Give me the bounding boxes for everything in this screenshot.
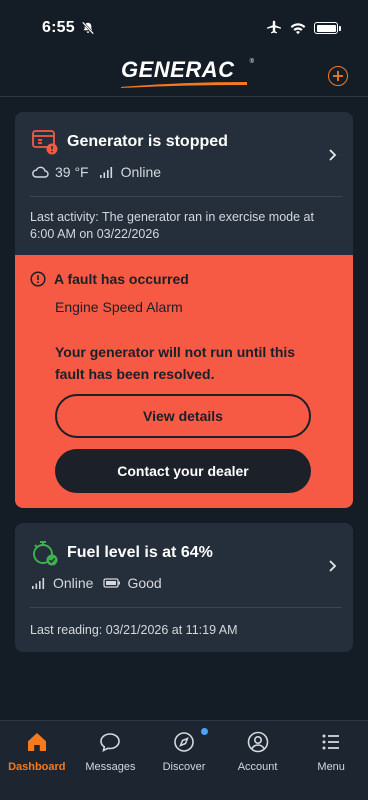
connection-status: Online xyxy=(120,164,162,180)
fuel-meta-row: Online Good xyxy=(31,575,162,591)
chat-bubble-icon xyxy=(100,733,121,753)
fuel-title-row: Fuel level is at 64% xyxy=(31,539,213,567)
generac-logo: GENERAC ® xyxy=(121,56,254,88)
fault-name: Engine Speed Alarm xyxy=(55,299,183,315)
temperature-value: 39 °F xyxy=(55,164,89,180)
fault-panel: A fault has occurred Engine Speed Alarm … xyxy=(15,255,353,508)
fuel-connection-status: Online xyxy=(53,575,94,591)
home-icon xyxy=(27,733,46,751)
nav-label: Menu xyxy=(317,761,345,773)
menu-list-icon xyxy=(322,734,340,750)
fault-title: A fault has occurred xyxy=(54,271,189,287)
view-details-button[interactable]: View details xyxy=(55,394,311,438)
battery-status: Good xyxy=(127,575,162,591)
add-device-button[interactable] xyxy=(328,66,348,86)
plus-icon xyxy=(333,71,343,81)
nav-label: Messages xyxy=(85,761,136,773)
fault-warning: Your generator will not run until this f… xyxy=(55,344,296,382)
battery-status-icon xyxy=(103,578,121,588)
app-header: GENERAC ® xyxy=(0,56,368,97)
account-icon xyxy=(247,731,268,753)
compass-icon xyxy=(174,732,194,752)
battery-icon xyxy=(314,22,341,34)
signal-bars-icon xyxy=(32,578,45,589)
alert-circle-icon xyxy=(30,271,46,287)
signal-bars-icon xyxy=(99,167,112,178)
last-activity-text: Last activity: The generator ran in exer… xyxy=(30,210,314,241)
wifi-icon xyxy=(290,22,306,34)
nav-dashboard[interactable]: Dashboard xyxy=(0,721,74,800)
nav-account[interactable]: Account xyxy=(221,721,295,800)
nav-menu[interactable]: Menu xyxy=(294,721,368,800)
logo-registered-mark: ® xyxy=(249,58,254,65)
notification-dot xyxy=(201,728,209,735)
chevron-right-icon[interactable] xyxy=(328,559,337,573)
generator-fault-icon xyxy=(32,130,58,155)
nav-label: Discover xyxy=(162,761,206,773)
nav-label: Dashboard xyxy=(8,761,66,773)
last-reading-text: Last reading: 03/21/2026 at 11:19 AM xyxy=(30,623,238,637)
chevron-right-icon[interactable] xyxy=(328,148,337,162)
status-bar: 6:55 xyxy=(0,0,368,56)
status-time: 6:55 xyxy=(42,19,75,36)
card-divider xyxy=(30,196,342,197)
generator-card[interactable]: Generator is stopped 39 °F Online Last a… xyxy=(15,112,353,508)
nav-label: Account xyxy=(237,761,278,773)
logo-text: GENERAC xyxy=(121,56,235,82)
cloud-icon xyxy=(32,166,49,178)
generator-meta-row: 39 °F Online xyxy=(31,164,161,180)
bottom-nav: Dashboard Messages Discover Account Menu xyxy=(0,720,368,800)
card-divider xyxy=(30,607,342,608)
airplane-icon xyxy=(267,20,281,34)
nav-messages[interactable]: Messages xyxy=(74,721,148,800)
generator-title-row: Generator is stopped xyxy=(31,128,228,156)
fuel-gauge-ok-icon xyxy=(33,541,58,566)
nav-discover[interactable]: Discover xyxy=(147,721,221,800)
fuel-card[interactable]: Fuel level is at 64% Online Good Last re… xyxy=(15,523,353,652)
fault-title-row: A fault has occurred xyxy=(30,271,189,287)
fuel-level-title: Fuel level is at 64% xyxy=(67,544,213,561)
generator-status-title: Generator is stopped xyxy=(67,133,228,150)
contact-dealer-button[interactable]: Contact your dealer xyxy=(55,449,311,493)
bell-off-icon xyxy=(81,21,94,35)
logo-swoosh xyxy=(121,81,247,88)
